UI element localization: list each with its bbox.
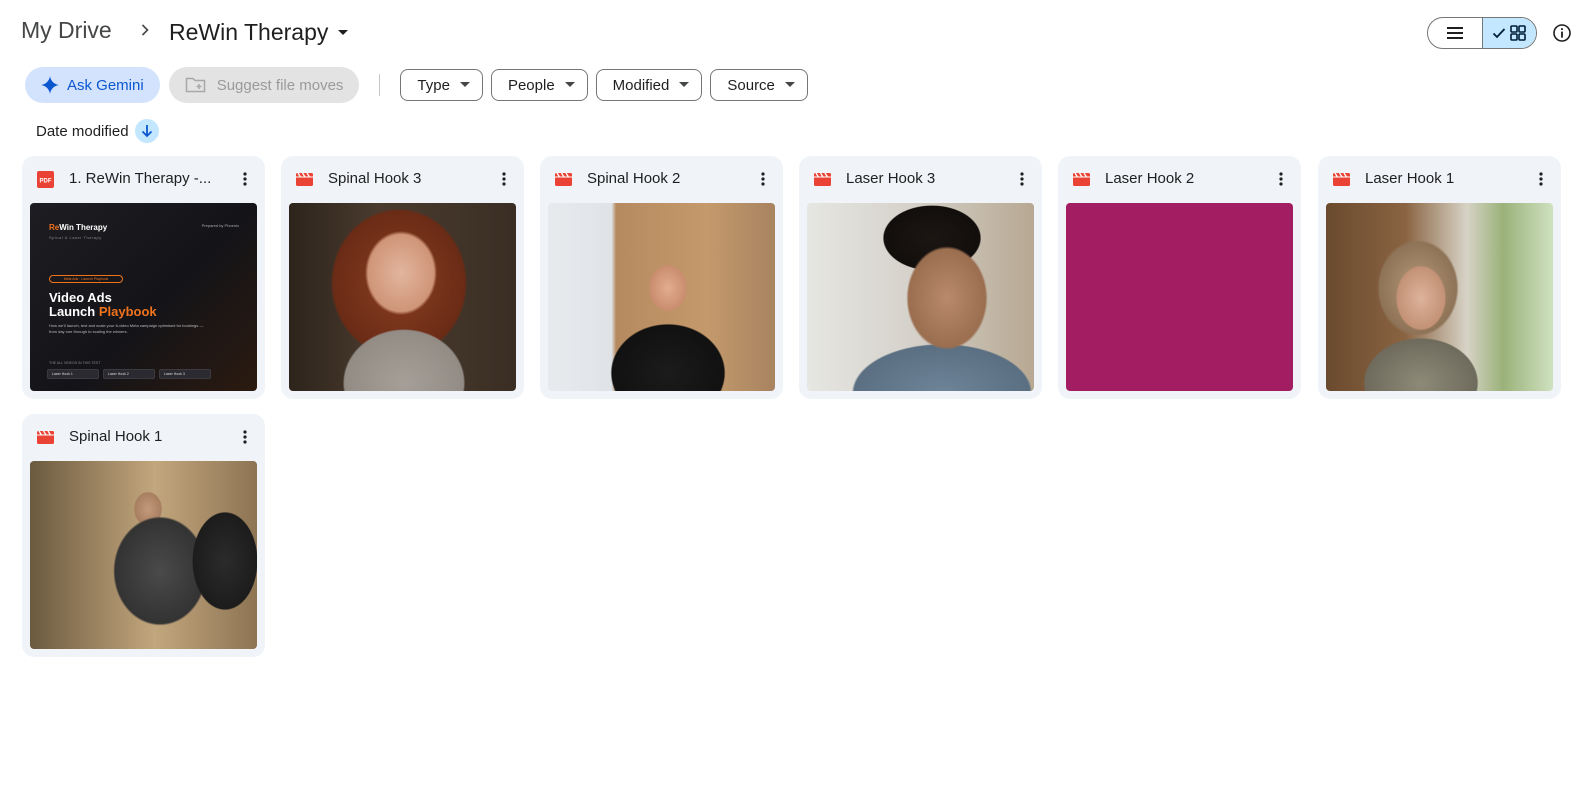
pdf-description: How we'll launch, test and scale your 6-… <box>49 323 204 334</box>
video-icon <box>1073 172 1090 186</box>
video-icon <box>296 172 313 186</box>
chevron-right-icon <box>141 24 149 36</box>
more-options-button[interactable] <box>492 167 516 191</box>
video-icon <box>37 430 54 444</box>
caret-down-icon <box>784 82 795 87</box>
caret-down-icon <box>459 82 470 87</box>
filter-type-label: Type <box>417 76 450 94</box>
file-thumbnail <box>548 203 775 391</box>
svg-text:PDF: PDF <box>40 179 52 185</box>
more-vertical-icon <box>502 172 506 186</box>
current-folder-label: ReWin Therapy <box>169 18 329 45</box>
more-options-button[interactable] <box>233 167 257 191</box>
caret-down-icon <box>564 82 575 87</box>
grid-icon <box>1510 25 1527 41</box>
file-name: Laser Hook 3 <box>846 170 936 187</box>
caret-down-icon <box>679 82 690 87</box>
folder-add-icon <box>185 77 205 93</box>
view-toggle <box>1427 17 1537 49</box>
pdf-tagline: Spinal & Laser Therapy <box>49 235 102 240</box>
file-thumbnail: ReWin Therapy Spinal & Laser Therapy Pre… <box>30 203 257 391</box>
sort-control[interactable]: Date modified <box>36 119 159 143</box>
file-name: 1. ReWin Therapy -... <box>69 170 212 187</box>
video-icon <box>1333 172 1350 186</box>
info-icon <box>1553 24 1571 42</box>
suggest-file-moves-label: Suggest file moves <box>216 76 344 94</box>
gemini-sparkle-icon <box>41 76 59 94</box>
file-name: Spinal Hook 1 <box>69 428 163 445</box>
filter-people[interactable]: People <box>490 69 588 101</box>
grid-view-button[interactable] <box>1481 18 1536 48</box>
filter-source[interactable]: Source <box>710 69 808 101</box>
pdf-small-heading: THE ALL VIDEOS IN THIS TEST <box>49 361 101 365</box>
info-button[interactable] <box>1550 21 1574 45</box>
more-vertical-icon <box>1539 172 1543 186</box>
pdf-box: Laser Hook 2 <box>103 369 155 379</box>
pdf-boxes: Laser Hook 1 Laser Hook 2 Laser Hook 3 <box>47 369 211 379</box>
header: My Drive ReWin Therapy <box>0 0 1596 64</box>
file-card[interactable]: Laser Hook 1 <box>1318 156 1561 399</box>
file-card[interactable]: Laser Hook 2 <box>1058 156 1301 399</box>
more-options-button[interactable] <box>233 425 257 449</box>
pdf-box: Laser Hook 1 <box>47 369 99 379</box>
more-vertical-icon <box>243 430 247 444</box>
breadcrumb-my-drive[interactable]: My Drive <box>21 17 112 44</box>
filter-type[interactable]: Type <box>400 69 483 101</box>
video-icon <box>555 172 572 186</box>
pdf-brand: ReWin Therapy <box>49 223 108 232</box>
video-icon <box>814 172 831 186</box>
ask-gemini-label: Ask Gemini <box>67 76 144 94</box>
pdf-icon: PDF <box>37 171 54 188</box>
filter-modified-label: Modified <box>612 76 670 94</box>
list-icon <box>1446 27 1463 39</box>
checkmark-icon <box>1493 28 1506 39</box>
file-card[interactable]: Spinal Hook 2 <box>540 156 783 399</box>
filter-source-label: Source <box>727 76 775 94</box>
more-vertical-icon <box>761 172 765 186</box>
pdf-box: Laser Hook 3 <box>159 369 211 379</box>
filter-people-label: People <box>507 76 555 94</box>
file-thumbnail <box>807 203 1034 391</box>
file-name: Spinal Hook 2 <box>587 170 681 187</box>
file-thumbnail <box>30 461 257 649</box>
more-vertical-icon <box>1020 172 1024 186</box>
pdf-pill: Meta Ads · Launch Playbook <box>49 275 123 283</box>
suggest-file-moves-button[interactable]: Suggest file moves <box>168 67 360 103</box>
file-card[interactable]: Spinal Hook 1 <box>22 414 265 657</box>
pdf-heading: Video Ads Launch Playbook <box>49 290 157 319</box>
file-card[interactable]: Spinal Hook 3 <box>281 156 524 399</box>
more-vertical-icon <box>243 172 247 186</box>
toolbar-divider <box>379 74 381 96</box>
more-options-button[interactable] <box>1529 167 1553 191</box>
file-thumbnail <box>1066 203 1293 391</box>
sort-direction-button[interactable] <box>134 119 159 143</box>
file-name: Spinal Hook 3 <box>328 170 422 187</box>
list-view-button[interactable] <box>1428 18 1482 48</box>
arrow-down-icon <box>141 125 152 138</box>
file-name: Laser Hook 1 <box>1365 170 1455 187</box>
sort-label: Date modified <box>36 122 129 140</box>
more-options-button[interactable] <box>1010 167 1034 191</box>
breadcrumb-current-folder[interactable]: ReWin Therapy <box>169 12 352 52</box>
more-vertical-icon <box>1279 172 1283 186</box>
file-card[interactable]: Laser Hook 3 <box>799 156 1042 399</box>
file-thumbnail <box>289 203 516 391</box>
caret-down-icon <box>338 30 349 35</box>
file-name: Laser Hook 2 <box>1105 170 1195 187</box>
pdf-prepared: Prepared by Phoenix <box>201 223 239 228</box>
filter-modified[interactable]: Modified <box>595 69 703 101</box>
file-thumbnail <box>1326 203 1553 391</box>
ask-gemini-button[interactable]: Ask Gemini <box>25 67 160 103</box>
filter-toolbar: Ask Gemini Suggest file moves Type Peopl… <box>25 67 816 103</box>
more-options-button[interactable] <box>751 167 775 191</box>
more-options-button[interactable] <box>1269 167 1293 191</box>
file-card[interactable]: PDF 1. ReWin Therapy -... ReWin Therapy … <box>22 156 265 399</box>
